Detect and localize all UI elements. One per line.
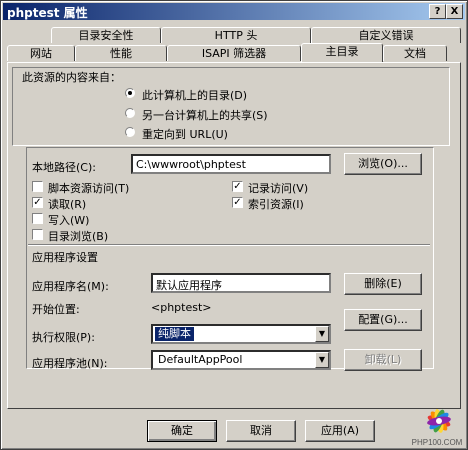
configure-button[interactable]: 配置(G)... [344, 309, 422, 331]
checkbox-read-label[interactable]: 读取(R) [48, 196, 86, 212]
app-pool-select[interactable]: DefaultAppPool ▼ [151, 350, 331, 370]
checkbox-directory-browsing-label[interactable]: 目录浏览(B) [48, 228, 108, 244]
tab-website[interactable]: 网站 [7, 45, 75, 61]
start-point-label: 开始位置: [32, 303, 80, 316]
chevron-down-icon[interactable]: ▼ [315, 326, 329, 342]
app-pool-label: 应用程序池(N): [32, 357, 108, 370]
close-button[interactable]: X [446, 4, 463, 19]
radio-local-directory[interactable] [125, 88, 135, 98]
checkbox-write[interactable] [32, 213, 43, 224]
ok-button[interactable]: 确定 [147, 420, 217, 442]
help-button[interactable]: ? [429, 4, 446, 19]
app-pool-value: DefaultAppPool [158, 353, 243, 366]
cancel-button[interactable]: 取消 [226, 420, 296, 442]
radio-redirect-url-label[interactable]: 重定向到 URL(U) [142, 126, 228, 142]
radio-network-share[interactable] [125, 108, 135, 118]
tab-custom-errors[interactable]: 自定义错误 [311, 27, 461, 43]
title-bar: phptest 属性 ? X [3, 3, 465, 20]
checkbox-log-visits[interactable]: ✓ [232, 181, 243, 192]
app-name-input[interactable]: 默认应用程序 [151, 273, 331, 293]
execute-permissions-label: 执行权限(P): [32, 331, 95, 344]
radio-redirect-url[interactable] [125, 127, 135, 137]
start-point-value: <phptest> [151, 301, 212, 314]
unload-button[interactable]: 卸载(L) [344, 349, 422, 371]
tab-home-directory[interactable]: 主目录 [301, 43, 383, 62]
home-directory-panel: 此资源的内容来自： 此计算机上的目录(D) 另一台计算机上的共享(S) 重定向到… [7, 62, 461, 409]
source-heading: 此资源的内容来自： [22, 71, 121, 84]
tab-directory-security[interactable]: 目录安全性 [51, 27, 161, 43]
checkbox-read[interactable]: ✓ [32, 197, 43, 208]
execute-permissions-value: 纯脚本 [154, 326, 195, 342]
checkbox-index-resource[interactable]: ✓ [232, 197, 243, 208]
php100-logo-icon: PHP100.COM [412, 409, 463, 447]
checkbox-log-visits-label[interactable]: 记录访问(V) [248, 180, 308, 196]
tab-performance[interactable]: 性能 [75, 45, 167, 61]
remove-button[interactable]: 删除(E) [344, 273, 422, 295]
radio-network-share-label[interactable]: 另一台计算机上的共享(S) [142, 107, 268, 123]
local-path-label: 本地路径(C): [32, 161, 96, 174]
apply-button[interactable]: 应用(A) [305, 420, 375, 442]
app-settings-heading: 应用程序设置 [32, 251, 98, 264]
checkbox-script-source-access[interactable] [32, 181, 43, 192]
tab-isapi-filters[interactable]: ISAPI 筛选器 [167, 45, 301, 61]
checkbox-write-label[interactable]: 写入(W) [48, 212, 89, 228]
properties-dialog: phptest 属性 ? X 目录安全性 HTTP 头 自定义错误 网站 性能 … [0, 0, 468, 450]
divider [28, 244, 430, 246]
local-path-input[interactable]: C:\wwwroot\phptest [131, 154, 331, 174]
watermark-text: PHP100.COM [412, 438, 463, 447]
browse-button[interactable]: 浏览(O)... [344, 153, 422, 175]
radio-local-directory-label[interactable]: 此计算机上的目录(D) [142, 87, 247, 103]
tab-http-headers[interactable]: HTTP 头 [161, 27, 311, 43]
execute-permissions-select[interactable]: 纯脚本 ▼ [151, 324, 331, 344]
checkbox-directory-browsing[interactable] [32, 229, 43, 240]
checkbox-script-source-access-label[interactable]: 脚本资源访问(T) [48, 180, 129, 196]
tab-documents[interactable]: 文档 [383, 45, 447, 61]
app-name-label: 应用程序名(M): [32, 280, 109, 293]
chevron-down-icon[interactable]: ▼ [315, 352, 329, 368]
window-title: phptest 属性 [7, 6, 88, 20]
checkbox-index-resource-label[interactable]: 索引资源(I) [248, 196, 304, 212]
